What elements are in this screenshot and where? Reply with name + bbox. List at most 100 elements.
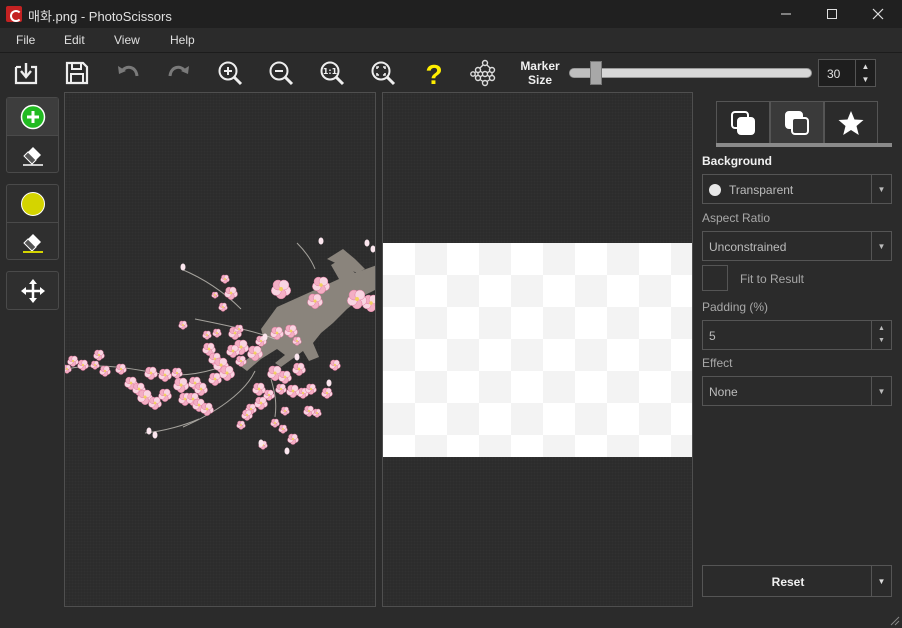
close-icon xyxy=(872,8,884,20)
reset-label: Reset xyxy=(771,575,805,589)
aspect-ratio-select[interactable]: Unconstrained ▼ xyxy=(702,231,892,261)
background-tab-icon xyxy=(731,110,755,135)
undo-icon xyxy=(118,65,139,77)
menu-file[interactable]: File xyxy=(16,33,35,47)
network-icon xyxy=(470,59,496,87)
aspect-ratio-arrow[interactable]: ▼ xyxy=(871,232,891,260)
padding-label: Padding (%) xyxy=(702,300,769,314)
marker-label-line2: Size xyxy=(527,73,552,87)
minimize-button[interactable] xyxy=(763,0,809,28)
tab-background[interactable] xyxy=(716,101,770,143)
reset-dropdown-arrow[interactable]: ▼ xyxy=(871,566,891,596)
spin-down-button[interactable]: ▼ xyxy=(856,73,875,86)
actual-size-button[interactable]: 1:1 xyxy=(316,57,348,89)
settings-panel: Background Transparent ▼ Aspect Ratio Un… xyxy=(694,92,902,628)
foreground-eraser-tool[interactable] xyxy=(7,135,58,172)
background-select[interactable]: Transparent ▼ xyxy=(702,174,892,204)
help-icon: ? xyxy=(425,59,442,87)
save-icon xyxy=(65,61,89,85)
effect-select-arrow[interactable]: ▼ xyxy=(871,377,891,405)
menu-edit[interactable]: Edit xyxy=(64,33,85,47)
help-button[interactable]: ? xyxy=(418,57,450,89)
fit-to-result-checkbox[interactable] xyxy=(702,265,728,291)
reset-button[interactable]: Reset ▼ xyxy=(702,565,892,597)
chevron-down-icon[interactable]: ▼ xyxy=(878,335,885,347)
effect-label: Effect xyxy=(702,356,733,370)
aspect-ratio-value: Unconstrained xyxy=(709,240,787,254)
title-bar: 매화.png - PhotoScissors xyxy=(0,0,902,28)
network-button[interactable] xyxy=(469,57,501,89)
result-pane[interactable] xyxy=(382,92,693,607)
transparent-result-canvas xyxy=(383,243,692,457)
zoom-in-icon xyxy=(218,61,243,86)
foreground-tab-icon xyxy=(785,110,809,135)
padding-spinbox[interactable]: 5 ▲ ▼ xyxy=(702,320,892,350)
fit-button[interactable] xyxy=(367,57,399,89)
maximize-button[interactable] xyxy=(809,0,855,28)
save-button[interactable] xyxy=(61,57,93,89)
spin-up-button[interactable]: ▲ xyxy=(856,60,875,73)
marker-size-spinbox[interactable]: 30 ▲ ▼ xyxy=(818,59,876,87)
app-icon xyxy=(6,6,22,22)
window-title: 매화.png - PhotoScissors xyxy=(28,9,172,24)
marker-size-label: Marker Size xyxy=(516,59,564,87)
blossoms xyxy=(65,237,375,455)
background-tool-group xyxy=(6,184,59,260)
menu-help[interactable]: Help xyxy=(170,33,195,47)
chevron-up-icon[interactable]: ▲ xyxy=(878,323,885,335)
move-icon xyxy=(20,278,45,303)
toolbar: 1:1 ? Marker Size 30 ▲ ▼ xyxy=(0,52,902,92)
move-tool[interactable] xyxy=(7,272,58,309)
foreground-marker-tool[interactable] xyxy=(7,98,58,135)
chevron-up-icon: ▲ xyxy=(861,62,870,71)
background-label: Background xyxy=(702,154,773,168)
foreground-marker-icon xyxy=(20,104,45,129)
source-image-pane[interactable] xyxy=(64,92,376,607)
zoom-in-button[interactable] xyxy=(214,57,246,89)
background-eraser-icon xyxy=(22,234,43,253)
chevron-down-icon: ▼ xyxy=(877,241,886,251)
close-button[interactable] xyxy=(855,0,901,28)
background-marker-tool[interactable] xyxy=(7,185,58,222)
slider-thumb[interactable] xyxy=(590,61,602,85)
zoom-out-icon xyxy=(269,61,294,86)
padding-value[interactable]: 5 xyxy=(709,329,716,343)
background-marker-icon xyxy=(20,191,45,216)
svg-text:?: ? xyxy=(425,59,442,87)
redo-button[interactable] xyxy=(163,57,195,89)
settings-tabs xyxy=(716,101,879,143)
svg-text:1:1: 1:1 xyxy=(323,67,338,76)
chevron-down-icon: ▼ xyxy=(861,75,870,84)
background-select-arrow[interactable]: ▼ xyxy=(871,175,891,203)
foreground-eraser-icon xyxy=(22,147,43,166)
padding-spin-buttons[interactable]: ▲ ▼ xyxy=(871,321,891,349)
favorites-star-icon xyxy=(838,110,864,135)
effect-value: None xyxy=(709,385,738,399)
foreground-tool-group xyxy=(6,97,59,173)
background-value-text: Transparent xyxy=(729,183,794,197)
tab-underline xyxy=(716,143,892,147)
marker-size-slider[interactable] xyxy=(569,68,812,78)
undo-button[interactable] xyxy=(112,57,144,89)
tab-foreground[interactable] xyxy=(770,101,824,143)
chevron-down-icon: ▼ xyxy=(877,386,886,396)
menu-bar: File Edit View Help xyxy=(0,28,902,52)
open-icon xyxy=(14,63,38,85)
zoom-out-button[interactable] xyxy=(265,57,297,89)
background-select-value: Transparent xyxy=(709,183,793,197)
resize-grip-icon[interactable] xyxy=(888,614,900,626)
chevron-down-icon: ▼ xyxy=(877,184,886,194)
marker-size-value[interactable]: 30 xyxy=(827,67,840,81)
move-tool-group xyxy=(6,271,59,310)
background-eraser-tool[interactable] xyxy=(7,222,58,259)
effect-select[interactable]: None ▼ xyxy=(702,376,892,406)
minimize-icon xyxy=(781,13,791,15)
color-swatch-icon xyxy=(709,184,721,196)
fit-icon xyxy=(371,61,396,86)
open-button[interactable] xyxy=(10,57,42,89)
tab-favorites[interactable] xyxy=(824,101,878,143)
menu-view[interactable]: View xyxy=(114,33,140,47)
plum-blossom-image xyxy=(65,237,375,455)
aspect-ratio-label: Aspect Ratio xyxy=(702,211,771,225)
redo-icon xyxy=(168,65,189,77)
